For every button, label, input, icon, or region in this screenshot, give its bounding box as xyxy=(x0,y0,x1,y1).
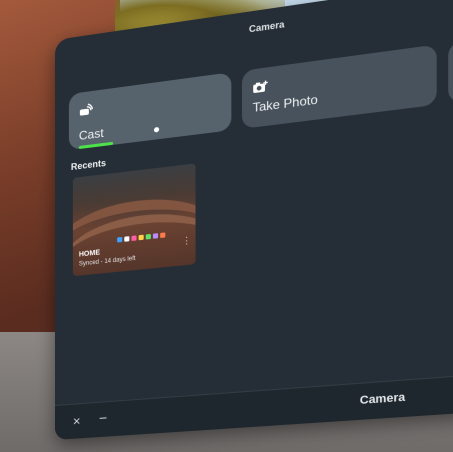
active-underline xyxy=(79,142,113,149)
take-photo-button[interactable]: Take Photo xyxy=(242,44,437,128)
close-icon[interactable]: × xyxy=(73,413,81,429)
camera-panel: Camera Cast Take Photo Re Recents xyxy=(55,0,453,440)
recent-item-thumbnail[interactable]: HOME Synced - 14 days left ⋮ xyxy=(73,163,196,276)
cast-icon xyxy=(79,103,93,117)
cast-label: Cast xyxy=(79,126,104,143)
record-video-button[interactable]: Re xyxy=(448,33,453,103)
more-options-icon[interactable]: ⋮ xyxy=(182,239,185,243)
take-photo-label: Take Photo xyxy=(253,92,318,115)
cast-button[interactable]: Cast xyxy=(69,72,231,150)
pointer-cursor xyxy=(154,127,159,133)
bottom-bar-title: Camera xyxy=(360,391,405,407)
minimize-icon[interactable]: − xyxy=(99,409,107,426)
recents-heading: Recents xyxy=(71,158,106,172)
camera-icon xyxy=(253,80,268,94)
